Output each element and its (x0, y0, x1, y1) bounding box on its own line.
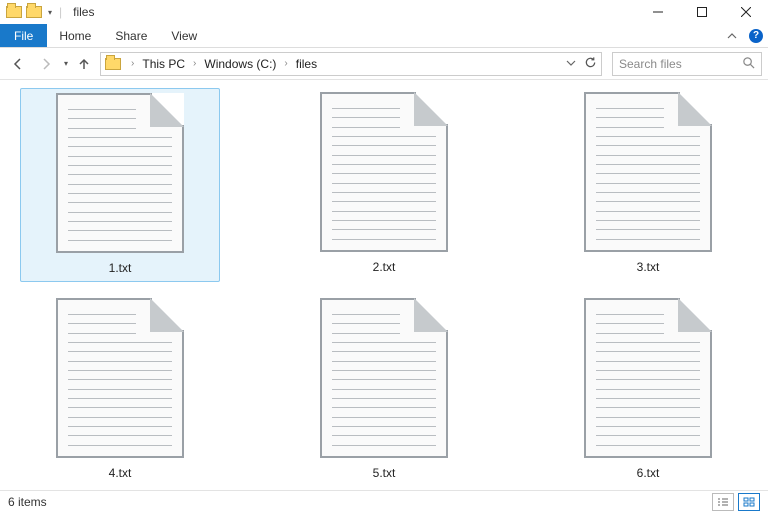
chevron-right-icon[interactable]: › (189, 58, 200, 69)
status-text: 6 items (8, 495, 47, 509)
back-button[interactable] (6, 52, 30, 76)
qat-dropdown-icon[interactable]: ▾ (48, 8, 52, 17)
file-item[interactable]: 4.txt (20, 294, 220, 486)
up-button[interactable] (72, 52, 96, 76)
folder-open-icon (26, 6, 42, 18)
help-icon: ? (749, 29, 763, 43)
text-file-icon (584, 298, 712, 458)
forward-button[interactable] (34, 52, 58, 76)
window-title: files (73, 5, 94, 19)
ribbon-tabs: File Home Share View ? (0, 24, 768, 48)
help-button[interactable]: ? (744, 24, 768, 47)
ribbon-collapse-icon[interactable] (720, 24, 744, 47)
status-bar: 6 items (0, 490, 768, 512)
file-name: 6.txt (637, 466, 660, 480)
recent-locations-icon[interactable]: ▾ (64, 59, 68, 68)
crumb-files[interactable]: files (294, 57, 319, 71)
maximize-button[interactable] (680, 0, 724, 24)
titlebar: ▾ | files (0, 0, 768, 24)
file-name: 3.txt (637, 260, 660, 274)
file-view[interactable]: 1.txt 2.txt 3.txt 4.txt 5.txt 6.txt (0, 80, 768, 490)
search-icon (742, 56, 755, 72)
text-file-icon (320, 298, 448, 458)
address-folder-icon (105, 58, 121, 70)
text-file-icon (320, 92, 448, 252)
tab-share[interactable]: Share (103, 24, 159, 47)
file-name: 4.txt (109, 466, 132, 480)
crumb-drive-c[interactable]: Windows (C:) (202, 57, 278, 71)
text-file-icon (56, 298, 184, 458)
file-item[interactable]: 3.txt (548, 88, 748, 282)
tab-home[interactable]: Home (47, 24, 103, 47)
file-name: 5.txt (373, 466, 396, 480)
text-file-icon (584, 92, 712, 252)
qat-separator: | (56, 5, 65, 19)
file-tab[interactable]: File (0, 24, 47, 47)
file-item[interactable]: 5.txt (284, 294, 484, 486)
minimize-button[interactable] (636, 0, 680, 24)
file-item[interactable]: 6.txt (548, 294, 748, 486)
file-name: 1.txt (109, 261, 132, 275)
tab-view[interactable]: View (159, 24, 209, 47)
details-view-button[interactable] (712, 493, 734, 511)
text-file-icon (56, 93, 184, 253)
file-name: 2.txt (373, 260, 396, 274)
address-dropdown-icon[interactable] (566, 57, 576, 71)
navigation-bar: ▾ › This PC › Windows (C:) › files Searc… (0, 48, 768, 80)
chevron-right-icon[interactable]: › (127, 58, 138, 69)
chevron-right-icon[interactable]: › (280, 58, 291, 69)
folder-icon (6, 6, 22, 18)
icons-view-button[interactable] (738, 493, 760, 511)
search-placeholder: Search files (619, 57, 742, 71)
refresh-button[interactable] (584, 56, 597, 72)
file-item[interactable]: 1.txt (20, 88, 220, 282)
crumb-this-pc[interactable]: This PC (140, 57, 187, 71)
search-input[interactable]: Search files (612, 52, 762, 76)
address-bar[interactable]: › This PC › Windows (C:) › files (100, 52, 602, 76)
close-button[interactable] (724, 0, 768, 24)
file-item[interactable]: 2.txt (284, 88, 484, 282)
